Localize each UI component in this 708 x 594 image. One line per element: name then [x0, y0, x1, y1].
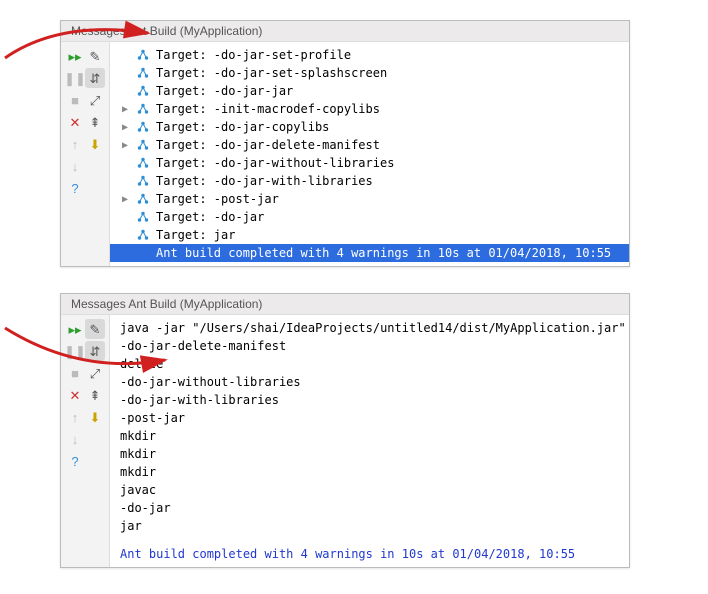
row-label: Target: -do-jar-copylibs — [156, 118, 329, 136]
ant-target-icon — [136, 193, 150, 205]
row-label: Target: jar — [156, 226, 235, 244]
messages-panel-tree: Messages Ant Build (MyApplication) ▸▸ ❚❚… — [60, 20, 630, 267]
collapse-all-button[interactable]: ⇞ — [85, 385, 105, 405]
next-button[interactable]: ↓ — [65, 156, 85, 176]
ant-target-icon — [136, 229, 150, 241]
target-row[interactable]: Target: -do-jar — [110, 208, 629, 226]
next-button[interactable]: ↓ — [65, 429, 85, 449]
log-line: -do-jar-with-libraries — [110, 391, 629, 409]
autoscroll-button[interactable]: ⇵ — [85, 68, 105, 88]
tree-content[interactable]: Target: -do-jar-set-profileTarget: -do-j… — [110, 42, 629, 266]
prev-button[interactable]: ↑ — [65, 134, 85, 154]
row-label: Target: -init-macrodef-copylibs — [156, 100, 380, 118]
row-label: Ant build completed with 4 warnings in 1… — [156, 244, 611, 262]
toolbar: ▸▸ ❚❚ ■ ✕ ↑ ↓ ? ✎ ⇵ ⤢ ⇞ ⬇ — [61, 42, 110, 266]
prev-button[interactable]: ↑ — [65, 407, 85, 427]
target-row[interactable]: ▶ Target: -post-jar — [110, 190, 629, 208]
target-row[interactable]: Target: -do-jar-set-splashscreen — [110, 64, 629, 82]
pause-button[interactable]: ❚❚ — [65, 341, 85, 361]
help-button[interactable]: ? — [65, 451, 85, 471]
close-button[interactable]: ✕ — [65, 112, 85, 132]
row-label: Target: -do-jar-set-splashscreen — [156, 64, 387, 82]
expand-all-button[interactable]: ⤢ — [85, 90, 105, 110]
row-label: Target: -do-jar-delete-manifest — [156, 136, 380, 154]
ant-target-icon — [136, 49, 150, 61]
pause-button[interactable]: ❚❚ — [65, 68, 85, 88]
log-line: javac — [110, 481, 629, 499]
messages-panel-text: Messages Ant Build (MyApplication) ▸▸ ❚❚… — [60, 293, 630, 568]
target-row[interactable]: ▶ Target: -do-jar-delete-manifest — [110, 136, 629, 154]
log-line: mkdir — [110, 445, 629, 463]
log-line: delete — [110, 355, 629, 373]
expand-arrow-icon[interactable]: ▶ — [120, 138, 130, 153]
target-row[interactable]: Target: -do-jar-without-libraries — [110, 154, 629, 172]
ant-target-icon — [136, 175, 150, 187]
expand-all-button[interactable]: ⤢ — [85, 363, 105, 383]
rerun-button[interactable]: ▸▸ — [65, 46, 85, 66]
ant-target-icon — [136, 211, 150, 223]
toggle-tree-view-button[interactable]: ✎ — [85, 46, 105, 66]
ant-target-icon — [136, 139, 150, 151]
expand-arrow-icon[interactable]: ▶ — [120, 120, 130, 135]
row-label: Target: -post-jar — [156, 190, 279, 208]
export-button[interactable]: ⬇ — [85, 407, 105, 427]
expand-arrow-icon[interactable]: ▶ — [120, 102, 130, 117]
text-content[interactable]: java -jar "/Users/shai/IdeaProjects/unti… — [110, 315, 629, 567]
target-row[interactable]: ▶ Target: -do-jar-copylibs — [110, 118, 629, 136]
log-line: mkdir — [110, 463, 629, 481]
ant-target-icon — [136, 85, 150, 97]
row-label: Target: -do-jar-without-libraries — [156, 154, 394, 172]
stop-button[interactable]: ■ — [65, 363, 85, 383]
toolbar: ▸▸ ❚❚ ■ ✕ ↑ ↓ ? ✎ ⇵ ⤢ ⇞ ⬇ — [61, 315, 110, 567]
autoscroll-button[interactable]: ⇵ — [85, 341, 105, 361]
expand-arrow-icon[interactable]: ▶ — [120, 192, 130, 207]
rerun-button[interactable]: ▸▸ — [65, 319, 85, 339]
target-row[interactable]: Target: jar — [110, 226, 629, 244]
toggle-tree-view-button[interactable]: ✎ — [85, 319, 105, 339]
log-line: mkdir — [110, 427, 629, 445]
target-row[interactable]: Target: -do-jar-jar — [110, 82, 629, 100]
row-label: Target: -do-jar — [156, 208, 264, 226]
ant-target-icon — [136, 67, 150, 79]
stop-button[interactable]: ■ — [65, 90, 85, 110]
log-line: java -jar "/Users/shai/IdeaProjects/unti… — [110, 319, 629, 337]
ant-target-icon — [136, 157, 150, 169]
log-line: -do-jar — [110, 499, 629, 517]
help-button[interactable]: ? — [65, 178, 85, 198]
log-line: -do-jar-without-libraries — [110, 373, 629, 391]
log-line: -post-jar — [110, 409, 629, 427]
build-status-row[interactable]: Ant build completed with 4 warnings in 1… — [110, 244, 629, 262]
target-row[interactable]: ▶ Target: -init-macrodef-copylibs — [110, 100, 629, 118]
close-button[interactable]: ✕ — [65, 385, 85, 405]
build-completion-line: Ant build completed with 4 warnings in 1… — [110, 545, 629, 563]
ant-target-icon — [136, 103, 150, 115]
collapse-all-button[interactable]: ⇞ — [85, 112, 105, 132]
panel-title: Messages Ant Build (MyApplication) — [61, 294, 629, 315]
row-label: Target: -do-jar-jar — [156, 82, 293, 100]
ant-target-icon — [136, 121, 150, 133]
row-label: Target: -do-jar-with-libraries — [156, 172, 373, 190]
log-line: jar — [110, 517, 629, 535]
target-row[interactable]: Target: -do-jar-with-libraries — [110, 172, 629, 190]
panel-title: Messages Ant Build (MyApplication) — [61, 21, 629, 42]
row-label: Target: -do-jar-set-profile — [156, 46, 351, 64]
target-row[interactable]: Target: -do-jar-set-profile — [110, 46, 629, 64]
log-line: -do-jar-delete-manifest — [110, 337, 629, 355]
export-button[interactable]: ⬇ — [85, 134, 105, 154]
